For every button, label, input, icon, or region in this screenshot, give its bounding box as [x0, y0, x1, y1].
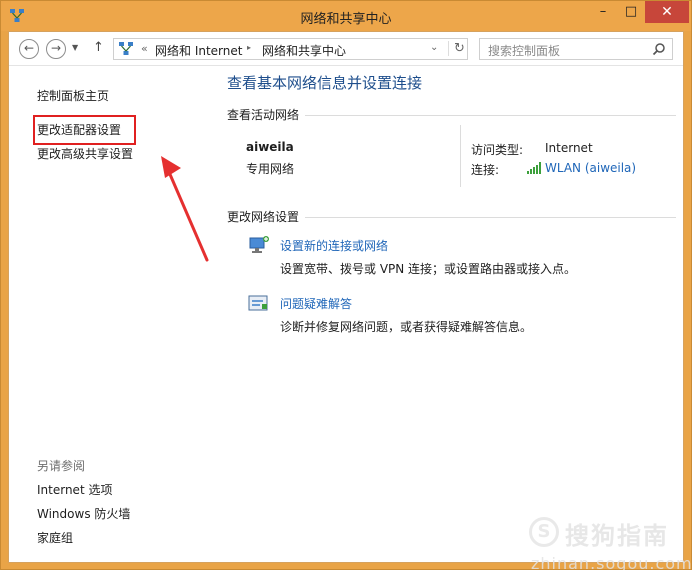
access-type-label: 访问类型:: [471, 143, 524, 157]
vertical-divider: [460, 125, 461, 187]
content-area: ← → ▼ ↑ « 网络和 Internet ▸ 网络和共享中心 ⌄ ↻ 搜索控…: [8, 31, 692, 570]
sidebar-item-advanced-sharing-settings[interactable]: 更改高级共享设置: [37, 145, 133, 162]
watermark-url: zhinan.sogou.com: [531, 554, 692, 570]
address-dropdown-icon[interactable]: ⌄: [430, 42, 438, 53]
overflow-chevron-icon[interactable]: «: [141, 42, 148, 55]
navigation-bar: ← → ▼ ↑ « 网络和 Internet ▸ 网络和共享中心 ⌄ ↻ 搜索控…: [9, 32, 683, 66]
sidebar-item-control-panel-home[interactable]: 控制面板主页: [37, 87, 109, 104]
recent-locations-button[interactable]: ▼: [72, 43, 78, 52]
main-panel: 查看基本网络信息并设置连接 查看活动网络 aiweila 专用网络 访问类型: …: [227, 67, 683, 562]
search-icon[interactable]: [652, 42, 666, 56]
see-also-heading: 另请参阅: [37, 459, 86, 473]
title-bar[interactable]: 网络和共享中心 – □ ✕: [1, 1, 691, 31]
search-input[interactable]: 搜索控制面板: [488, 42, 560, 59]
control-panel-window: 网络和共享中心 – □ ✕ ← → ▼ ↑ « 网络和 Internet ▸ 网…: [0, 0, 692, 570]
page-title: 查看基本网络信息并设置连接: [227, 74, 423, 92]
breadcrumb-separator-icon[interactable]: ▸: [247, 43, 251, 52]
sidebar-item-windows-firewall[interactable]: Windows 防火墙: [37, 505, 130, 522]
sogou-watermark: S 搜狗指南 zhinan.sogou.com: [529, 514, 692, 570]
new-connection-icon: [249, 236, 269, 253]
up-button[interactable]: ↑: [93, 40, 104, 55]
sogou-logo-icon: S: [529, 517, 559, 547]
active-networks-heading: 查看活动网络: [227, 106, 306, 123]
breadcrumb-network-sharing-center[interactable]: 网络和共享中心: [262, 42, 346, 59]
breadcrumb-network-internet[interactable]: 网络和 Internet: [155, 42, 242, 59]
search-box[interactable]: 搜索控制面板: [479, 38, 673, 60]
window-title: 网络和共享中心: [300, 12, 392, 27]
change-network-settings-heading: 更改网络设置: [227, 208, 306, 225]
network-location-icon: [119, 42, 133, 55]
close-button[interactable]: ✕: [645, 1, 689, 23]
address-bar[interactable]: « 网络和 Internet ▸ 网络和共享中心 ⌄ ↻: [113, 38, 468, 60]
minimize-button[interactable]: –: [589, 1, 617, 23]
troubleshoot-problems-link[interactable]: 问题疑难解答: [280, 295, 352, 312]
connection-label: 连接:: [471, 163, 500, 177]
setup-new-connection-link[interactable]: 设置新的连接或网络: [280, 237, 388, 254]
back-button[interactable]: ←: [19, 39, 39, 59]
troubleshoot-icon: [248, 295, 268, 311]
sidebar-item-internet-options[interactable]: Internet 选项: [37, 481, 112, 498]
wifi-signal-icon: [527, 162, 541, 174]
sidebar-item-change-adapter-settings[interactable]: 更改适配器设置: [37, 121, 121, 138]
wlan-connection-link[interactable]: WLAN (aiweila): [545, 161, 636, 175]
troubleshoot-problems-description: 诊断并修复网络问题，或者获得疑难解答信息。: [280, 320, 533, 334]
forward-button[interactable]: →: [46, 39, 66, 59]
refresh-icon[interactable]: ↻: [448, 41, 465, 56]
maximize-button[interactable]: □: [617, 1, 645, 23]
sidebar-item-homegroup[interactable]: 家庭组: [37, 529, 73, 546]
red-arrow-annotation: [161, 156, 209, 262]
network-category[interactable]: 专用网络: [246, 160, 294, 177]
access-type-value: Internet: [545, 141, 593, 155]
setup-new-connection-description: 设置宽带、拨号或 VPN 连接；或设置路由器或接入点。: [280, 262, 577, 276]
watermark-brand: 搜狗指南: [565, 522, 669, 550]
network-name: aiweila: [246, 140, 294, 154]
sidebar: 控制面板主页 更改适配器设置 更改高级共享设置 另请参阅 Internet 选项…: [9, 67, 221, 562]
